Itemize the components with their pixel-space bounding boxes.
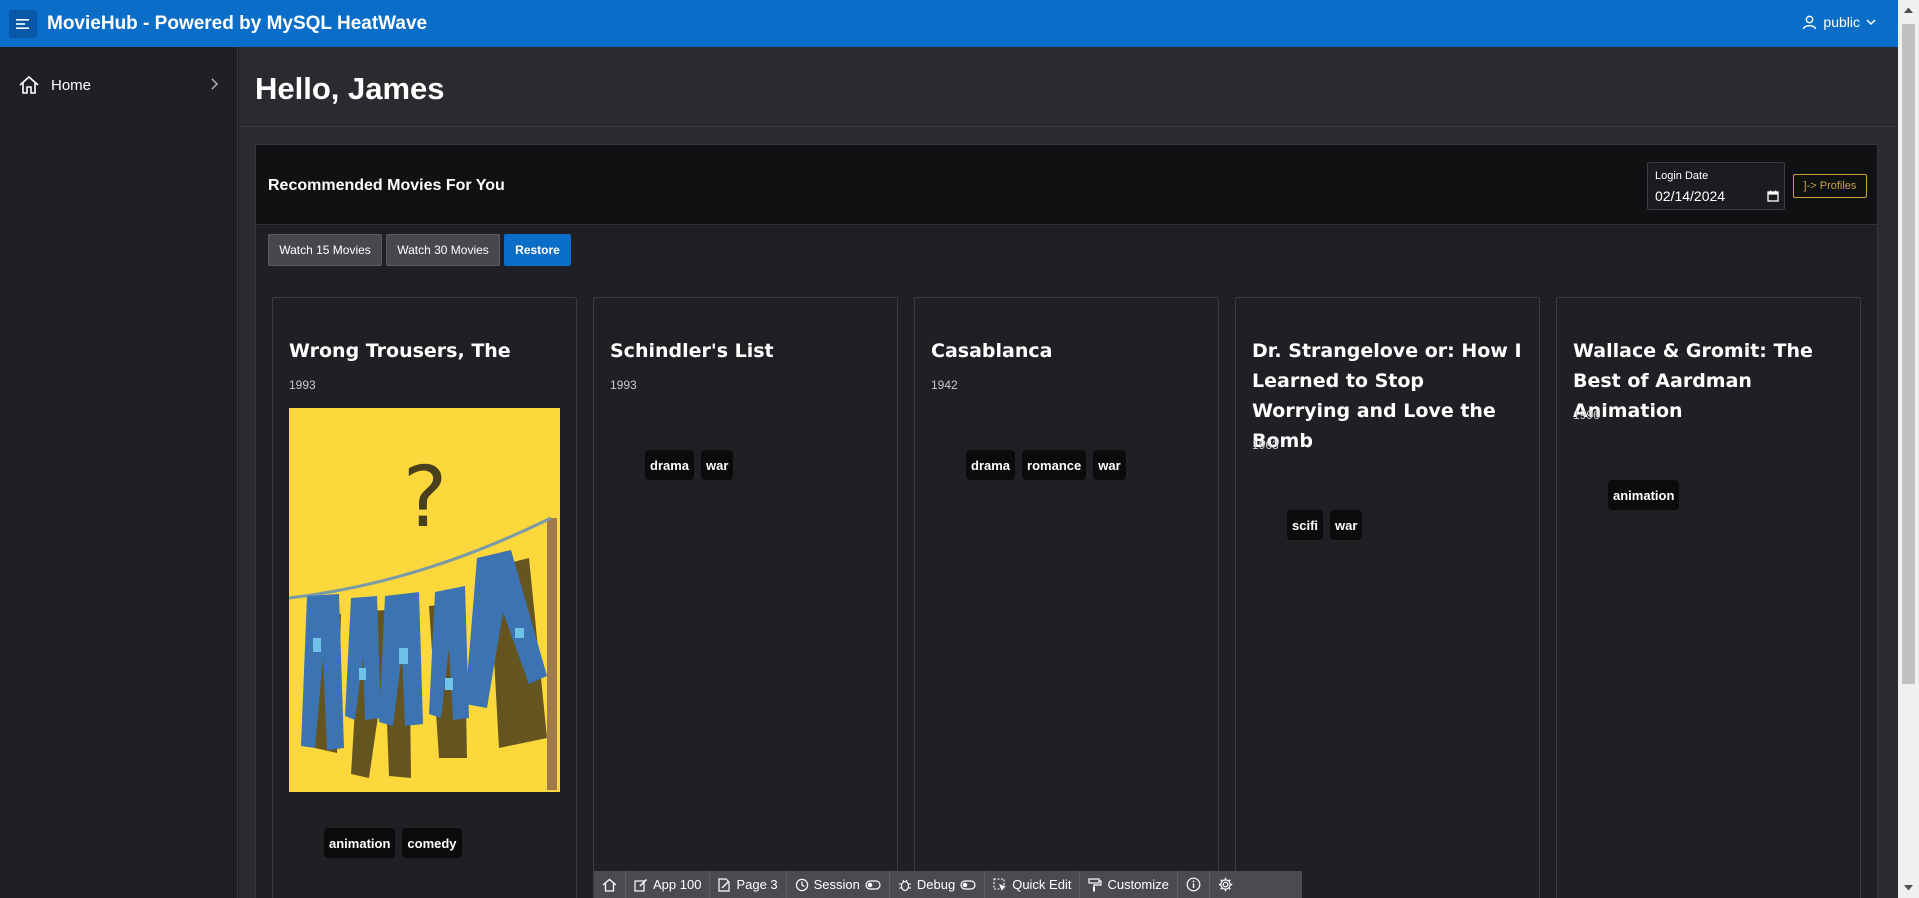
genre-tag[interactable]: war xyxy=(701,450,734,480)
movie-year: 1996 xyxy=(1573,408,1600,422)
page-title: Hello, James xyxy=(255,71,445,106)
movie-poster: ? xyxy=(289,408,560,792)
dev-session-label: Session xyxy=(813,877,860,892)
home-icon xyxy=(19,75,39,94)
genre-tags: animation xyxy=(1608,480,1680,510)
dev-settings-button[interactable] xyxy=(1210,871,1241,898)
movie-title: Casablanca xyxy=(931,340,1053,362)
dev-info-button[interactable] xyxy=(1178,871,1210,898)
recommended-region: Recommended Movies For You Login Date 02… xyxy=(255,144,1878,898)
genre-tags: drama romance war xyxy=(966,450,1126,480)
cursor-select-icon xyxy=(993,877,1007,891)
edit-icon xyxy=(634,878,648,892)
scroll-down-arrow-icon[interactable] xyxy=(1903,884,1914,892)
scrollbar-thumb[interactable] xyxy=(1902,24,1915,684)
movie-card[interactable]: Dr. Strangelove or: How I Learned to Sto… xyxy=(1235,297,1540,898)
dev-app-button[interactable]: App 100 xyxy=(626,871,711,898)
poster-image: ? xyxy=(289,408,560,792)
menu-toggle-button[interactable] xyxy=(9,9,37,38)
user-menu[interactable]: public xyxy=(1802,14,1876,30)
genre-tag[interactable]: scifi xyxy=(1287,510,1324,540)
home-icon xyxy=(602,878,617,892)
toggle-icon xyxy=(865,879,881,890)
chevron-down-icon xyxy=(1866,19,1876,26)
login-date-value[interactable]: 02/14/2024 xyxy=(1655,188,1725,204)
movie-year: 1942 xyxy=(931,378,958,392)
genre-tag[interactable]: comedy xyxy=(402,828,462,858)
genre-tag[interactable]: animation xyxy=(324,828,396,858)
dev-debug-label: Debug xyxy=(916,877,956,892)
movie-card[interactable]: Casablanca 1942 drama romance war xyxy=(914,297,1219,898)
dev-page-button[interactable]: Page 3 xyxy=(710,871,787,898)
watch-15-movies-button[interactable]: Watch 15 Movies xyxy=(268,234,382,266)
profiles-button[interactable]: ]-> Profiles xyxy=(1793,174,1867,198)
movie-title: Schindler's List xyxy=(610,340,774,362)
dev-debug-button[interactable]: Debug xyxy=(890,871,986,898)
genre-tag[interactable]: drama xyxy=(966,450,1016,480)
dev-customize-label: Customize xyxy=(1107,877,1169,892)
dev-app-label: App 100 xyxy=(653,877,702,892)
genre-tags: animation comedy xyxy=(324,828,462,858)
watch-30-movies-button[interactable]: Watch 30 Movies xyxy=(386,234,500,266)
gear-icon xyxy=(1218,877,1233,892)
region-title: Recommended Movies For You xyxy=(268,177,505,194)
genre-tags: drama war xyxy=(645,450,734,480)
genre-tag[interactable]: animation xyxy=(1608,480,1680,510)
dev-customize-button[interactable]: Customize xyxy=(1080,871,1178,898)
movie-year: 1993 xyxy=(610,378,637,392)
sidebar-item-label: Home xyxy=(51,77,92,94)
sidebar: Home xyxy=(0,47,238,898)
info-icon xyxy=(1186,877,1201,892)
movie-year: 1993 xyxy=(289,378,316,392)
genre-tags: scifi war xyxy=(1287,510,1363,540)
page-hero: Hello, James xyxy=(239,47,1895,127)
movie-title: Wrong Trousers, The xyxy=(289,340,511,362)
user-icon xyxy=(1803,15,1817,29)
dev-page-label: Page 3 xyxy=(736,877,778,892)
login-date-label: Login Date xyxy=(1655,170,1709,182)
svg-text:?: ? xyxy=(403,448,448,546)
paint-roller-icon xyxy=(1088,877,1103,891)
movie-year: 1963 xyxy=(1252,438,1279,452)
dev-session-button[interactable]: Session xyxy=(787,871,890,898)
page-edit-icon xyxy=(718,877,731,892)
movie-title: Wallace & Gromit: The Best of Aardman An… xyxy=(1573,340,1813,422)
toggle-icon xyxy=(960,879,976,890)
user-name: public xyxy=(1823,14,1860,30)
movie-card[interactable]: Wrong Trousers, The 1993 ? animation com… xyxy=(272,297,577,898)
sidebar-item-home[interactable]: Home xyxy=(0,67,237,103)
chevron-right-icon xyxy=(211,78,218,90)
restore-button[interactable]: Restore xyxy=(504,234,571,266)
dev-home-button[interactable] xyxy=(594,871,626,898)
developer-toolbar: App 100 Page 3 Session Debug Quick Edit … xyxy=(594,871,1302,898)
hamburger-icon xyxy=(16,18,29,29)
dev-quick-edit-button[interactable]: Quick Edit xyxy=(985,871,1081,898)
main-content: Hello, James Recommended Movies For You … xyxy=(239,47,1898,898)
genre-tag[interactable]: romance xyxy=(1022,450,1087,480)
genre-tag[interactable]: war xyxy=(1093,450,1126,480)
calendar-icon[interactable] xyxy=(1767,190,1779,202)
genre-tag[interactable]: drama xyxy=(645,450,695,480)
top-header: MovieHub - Powered by MySQL HeatWave pub… xyxy=(0,0,1898,47)
dev-quick-edit-label: Quick Edit xyxy=(1012,877,1072,892)
scroll-up-arrow-icon[interactable] xyxy=(1903,6,1914,14)
genre-tag[interactable]: war xyxy=(1330,510,1363,540)
login-date-field[interactable]: Login Date 02/14/2024 xyxy=(1647,162,1785,210)
region-header: Recommended Movies For You Login Date 02… xyxy=(256,145,1877,225)
session-icon xyxy=(795,878,808,891)
bug-icon xyxy=(898,879,911,891)
page-scrollbar[interactable] xyxy=(1898,0,1919,898)
movie-card[interactable]: Schindler's List 1993 drama war xyxy=(593,297,898,898)
movie-card[interactable]: Wallace & Gromit: The Best of Aardman An… xyxy=(1556,297,1861,898)
movie-title: Dr. Strangelove or: How I Learned to Sto… xyxy=(1252,340,1522,452)
app-title[interactable]: MovieHub - Powered by MySQL HeatWave xyxy=(47,13,427,35)
